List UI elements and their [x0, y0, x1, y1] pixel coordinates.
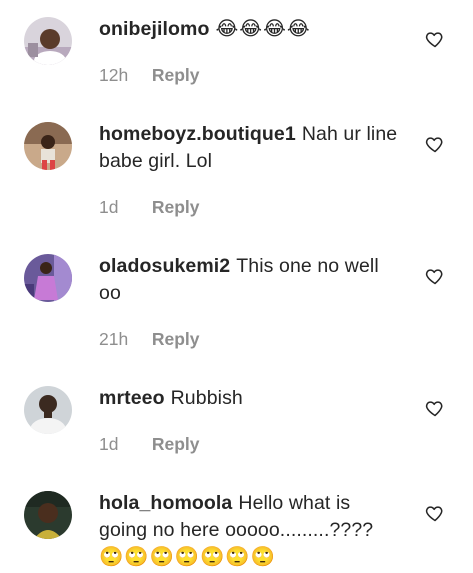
avatar[interactable] [24, 17, 72, 65]
avatar[interactable] [24, 254, 72, 302]
heart-outline-icon[interactable] [425, 503, 445, 523]
comment-username[interactable]: mrteeo [99, 387, 165, 409]
reply-button[interactable]: Reply [152, 434, 200, 454]
reply-button[interactable]: Reply [152, 197, 200, 217]
comment-username[interactable]: hola_homoola [99, 492, 232, 514]
comment-meta: 21h Reply [99, 329, 200, 349]
comment-emoji-line: 🙄🙄🙄🙄🙄🙄🙄 [99, 546, 276, 568]
comment-body: homeboyz.boutique1 Nah ur line babe girl.… [99, 121, 399, 175]
comment-timestamp: 21h [99, 329, 129, 349]
comment-meta: 1d Reply [99, 197, 200, 217]
comment-body: hola_homoola Hello what is going no here … [99, 490, 399, 571]
heart-outline-icon[interactable] [425, 398, 445, 418]
reply-button[interactable]: Reply [152, 65, 200, 85]
comment-body: onibejilomo 😂😂😂😂 [99, 16, 399, 43]
comment-username[interactable]: homeboyz.boutique1 [99, 123, 296, 145]
comment-timestamp: 1d [99, 197, 119, 217]
heart-outline-icon[interactable] [425, 29, 445, 49]
comment-username[interactable]: onibejilomo [99, 18, 210, 40]
reply-button[interactable]: Reply [152, 329, 200, 349]
comment-body: mrteeo Rubbish [99, 385, 399, 412]
avatar[interactable] [24, 386, 72, 434]
comment-text: 😂😂😂😂 [215, 18, 311, 40]
comment-body: oladosukemi2 This one no well oo [99, 253, 399, 307]
heart-outline-icon[interactable] [425, 134, 445, 154]
comment-timestamp: 12h [99, 65, 129, 85]
avatar[interactable] [24, 491, 72, 539]
comment-meta: 1d Reply [99, 434, 200, 454]
comment-timestamp: 1d [99, 434, 119, 454]
comment-text: Rubbish [170, 387, 243, 409]
avatar[interactable] [24, 122, 72, 170]
heart-outline-icon[interactable] [425, 266, 445, 286]
comment-meta: 12h Reply [99, 65, 200, 85]
comment-username[interactable]: oladosukemi2 [99, 255, 230, 277]
